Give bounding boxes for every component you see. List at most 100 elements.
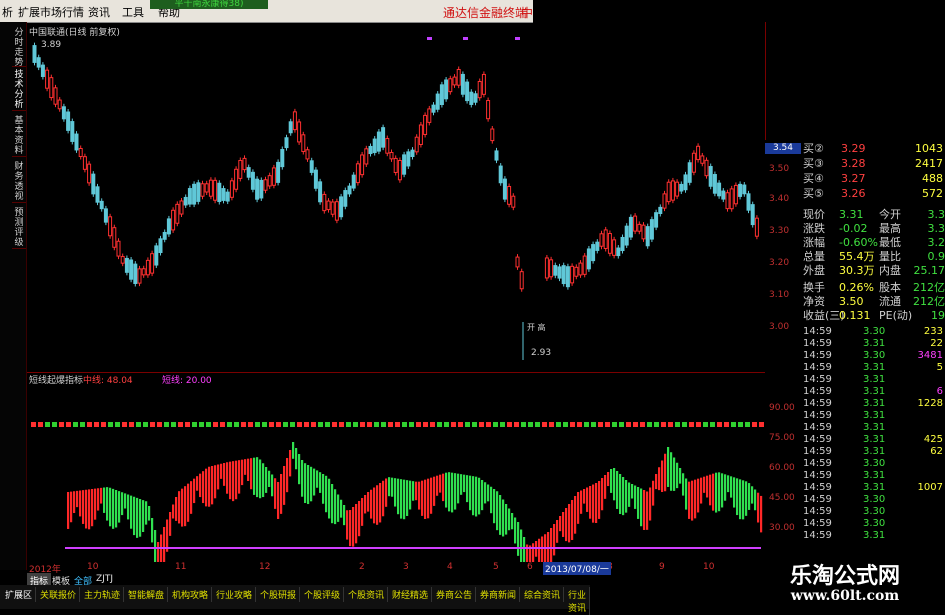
bottom-tab[interactable]: 个股研报 xyxy=(257,587,300,602)
bottom-tab[interactable]: 行业资讯 xyxy=(565,587,590,615)
stat-key2: 今开 xyxy=(879,208,901,222)
trade-time: 14:59 xyxy=(803,386,832,398)
indicator-bar xyxy=(760,496,762,532)
bottom-tab[interactable]: 行业攻略 xyxy=(213,587,256,602)
candle-body xyxy=(335,202,338,220)
tab-rating[interactable]: 预测评级 xyxy=(12,208,26,249)
bottom-tab[interactable]: 智能解盘 xyxy=(125,587,168,602)
menu-item-ext-market[interactable]: 扩展市场行情 xyxy=(18,4,84,20)
signal-dot xyxy=(598,422,603,427)
signal-dot xyxy=(304,422,309,427)
indicator-bar xyxy=(685,479,687,510)
signal-dot xyxy=(283,422,288,427)
indicator-bar xyxy=(355,504,357,543)
indicator-bar xyxy=(484,482,486,503)
bottom-tab[interactable]: 个股评级 xyxy=(301,587,344,602)
indicator-bar xyxy=(385,479,387,507)
indicator-bar xyxy=(388,477,390,496)
candle-body xyxy=(558,267,561,278)
stat-row: 外盘 30.3万 内盘 25.17 xyxy=(803,264,945,278)
bottom-tab[interactable]: 综合资讯 xyxy=(521,587,564,602)
top-ticker-tab[interactable]: 平千南永康得38) xyxy=(150,0,268,9)
tab-financials[interactable]: 财务透视 xyxy=(12,162,26,203)
bottom-tab[interactable]: 机构攻略 xyxy=(169,587,212,602)
indicator-bar xyxy=(712,474,714,511)
indicator-bar xyxy=(469,476,471,511)
indicator-bar xyxy=(391,478,393,497)
candle-body xyxy=(356,164,359,183)
candle-body xyxy=(344,191,347,207)
signal-dot xyxy=(633,422,638,427)
tab-intraday[interactable]: 分时走势 xyxy=(12,28,26,67)
stat-value2: 19 xyxy=(931,309,945,323)
bottom-tab[interactable]: 券商公告 xyxy=(433,587,476,602)
signal-dot xyxy=(157,422,162,427)
indicator-bar xyxy=(619,474,621,514)
candle-body xyxy=(151,254,154,273)
indicator-bar xyxy=(508,509,510,531)
trade-row: 14:59 3.30 xyxy=(803,494,945,506)
candle-body xyxy=(184,197,187,205)
time-label: 12 xyxy=(259,562,270,572)
price-tick: 3.40 xyxy=(769,194,803,204)
candle-body xyxy=(235,169,238,189)
trade-time: 14:59 xyxy=(803,518,832,530)
stat-key2: 最高 xyxy=(879,222,901,236)
trade-row: 14:59 3.31 22 xyxy=(803,338,945,350)
candle-body xyxy=(495,151,498,160)
signal-marker xyxy=(427,37,432,40)
bottom-tab[interactable]: 财经精选 xyxy=(389,587,432,602)
candlestick-plot xyxy=(27,22,765,372)
bottom-tab[interactable]: 主力轨迹 xyxy=(81,587,124,602)
menu-item-tools[interactable]: 工具 xyxy=(122,4,144,20)
trade-volume: 1228 xyxy=(918,398,943,410)
indicator-bar xyxy=(493,489,495,523)
indicator-bar xyxy=(157,542,159,562)
indicator-bar xyxy=(598,481,600,519)
tab-fundamentals[interactable]: 基本资料 xyxy=(12,116,26,157)
signal-dot xyxy=(241,422,246,427)
bottom-tab[interactable]: 个股资讯 xyxy=(345,587,388,602)
indicator-bar xyxy=(445,473,447,508)
candle-body xyxy=(71,122,74,142)
bottom-tab[interactable]: 券商新闻 xyxy=(477,587,520,602)
indicator-bar xyxy=(133,497,135,535)
candle-body xyxy=(390,152,393,158)
indicator-bar xyxy=(376,485,378,525)
indicator-chart[interactable]: 短线起爆指标 中线: 48.04 短线: 20.00 xyxy=(27,372,766,570)
kline-chart[interactable]: 中国联通(日线 前复权) 3.89 2.93 开 高 xyxy=(27,22,766,373)
signal-dot xyxy=(171,422,176,427)
tab-technical[interactable]: 技术分析 xyxy=(12,70,26,111)
candle-body xyxy=(747,194,750,210)
candle-body xyxy=(306,150,309,159)
signal-dot xyxy=(752,422,757,427)
candle-body xyxy=(256,179,259,199)
bottom-tab[interactable]: 扩展区 xyxy=(2,587,36,602)
menu-item-analysis[interactable]: 析 xyxy=(2,4,13,20)
bottom-tab[interactable]: 关联报价 xyxy=(37,587,80,602)
menu-item-news[interactable]: 资讯 xyxy=(88,4,110,20)
candle-body xyxy=(100,201,103,208)
candle-body xyxy=(58,100,61,109)
candle-body xyxy=(138,269,141,283)
candle-body xyxy=(142,269,145,275)
indicator-bar xyxy=(211,466,213,504)
stat-value: 0.131 xyxy=(839,309,871,323)
trade-price: 3.31 xyxy=(863,386,885,398)
indicator-bar xyxy=(310,467,312,502)
signal-dot xyxy=(199,422,204,427)
brand-label: 通达信金融终端 xyxy=(443,4,527,21)
signal-dot xyxy=(381,422,386,427)
indicator-bar xyxy=(532,543,534,562)
tab-zjtj[interactable]: ZJTJ xyxy=(93,573,116,585)
candle-body xyxy=(440,85,443,105)
candle-body xyxy=(285,138,288,148)
indicator-bar xyxy=(265,467,267,493)
indicator-bar xyxy=(118,491,120,522)
bid-label: 买⑤ xyxy=(803,187,824,201)
trade-row: 14:59 3.31 5 xyxy=(803,362,945,374)
candle-body xyxy=(386,139,389,154)
candle-body xyxy=(424,115,427,134)
indicator-bar xyxy=(322,474,324,504)
indicator-bar xyxy=(613,468,615,500)
